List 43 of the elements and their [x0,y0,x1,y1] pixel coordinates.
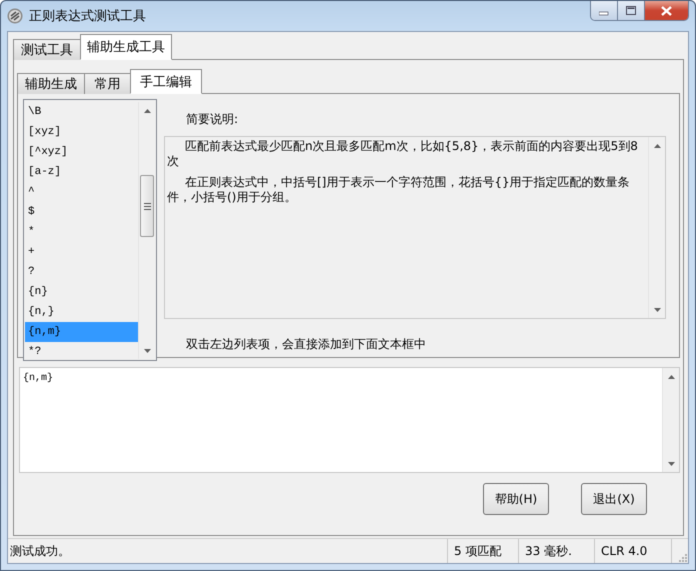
scroll-down-icon [144,348,150,352]
tab[interactable]: 测试工具 [13,39,81,60]
window-title: 正则表达式测试工具 [29,8,147,25]
list-item[interactable]: *? [25,342,138,359]
elapsed-time: 33 毫秒. [518,539,594,563]
scroll-down-icon [668,462,674,466]
scroll-up-icon [668,374,674,378]
status-message: 测试成功。 [9,542,71,560]
close-icon[interactable] [661,6,672,16]
description-text: 匹配前表达式最少匹配n次且最多匹配m次，比如{5,8}，表示前面的内容要出现5到8次 [167,139,639,169]
exit-button[interactable]: 退出(X) [581,483,647,515]
list-item[interactable]: {n,m} [25,322,138,342]
list-item[interactable]: ? [25,262,138,282]
grip-icon [144,202,150,210]
list-item[interactable]: {n,} [25,302,138,322]
tab[interactable]: 手工编辑 [130,69,202,94]
list-item[interactable]: $ [25,202,138,222]
tab[interactable]: 辅助生成 [17,73,85,94]
list-item[interactable]: \B [25,102,138,122]
app-icon [7,8,23,24]
list-item[interactable]: [a-z] [25,162,138,182]
list-item[interactable]: ^ [25,182,138,202]
list-item[interactable]: * [25,222,138,242]
tab[interactable]: 常用 [84,73,131,94]
scroll-thumb[interactable] [140,175,154,237]
editor-value: {n,m} [22,372,54,386]
match-count: 5 项匹配 [447,539,518,563]
description-text: 在正则表达式中，中括号[]用于表示一个字符范围，花括号{}用于指定匹配的数量条件，小括号()用于分组。 [167,175,631,205]
section-heading: 简要说明: [186,111,240,128]
help-button[interactable]: 帮助(H) [483,483,549,515]
list-item[interactable]: + [25,242,138,262]
tab[interactable]: 辅助生成工具 [80,34,172,60]
list-item[interactable]: [xyz] [25,122,138,142]
scroll-up-icon [654,144,660,148]
scroll-down-icon [654,308,660,312]
list-item[interactable]: {n} [25,282,138,302]
runtime-version: CLR 4.0 [594,539,671,563]
text-editor[interactable]: {n,m} [19,367,680,473]
maximize-icon[interactable] [626,6,636,16]
list-item[interactable]: [^xyz] [25,142,138,162]
scroll-up-icon [144,108,150,112]
hint-text: 双击左边列表项，会直接添加到下面文本框中 [186,336,427,353]
resize-grip-icon [677,552,688,563]
